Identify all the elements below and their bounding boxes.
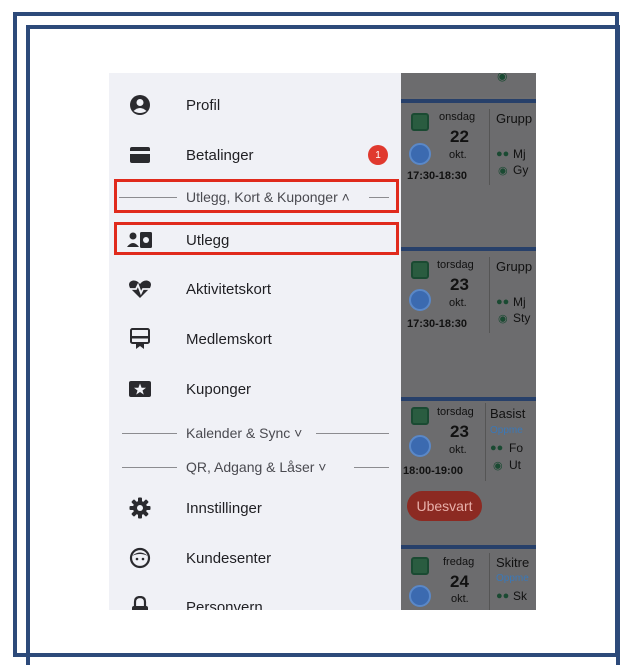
card-separator	[489, 109, 490, 185]
event-day: torsdag	[437, 406, 474, 418]
menu-item-label: Kuponger	[186, 380, 252, 398]
event-date: 24	[450, 572, 469, 591]
people-icon: ●●	[496, 590, 510, 602]
calendar-icon	[411, 113, 429, 131]
event-day: fredag	[443, 556, 475, 568]
person-circle-icon	[127, 92, 153, 118]
section-title: Kalender & Sync ˅	[186, 425, 303, 441]
location-icon: ◉	[498, 313, 508, 325]
support-agent-icon	[127, 545, 153, 571]
event-day: onsdag	[439, 111, 476, 123]
event-month: okt.	[449, 149, 467, 161]
badge-card-icon	[127, 326, 153, 352]
event-time: 18:00-19:00	[403, 465, 463, 477]
club-logo	[409, 585, 431, 607]
event-location: Ut	[509, 458, 521, 472]
card-divider	[401, 545, 536, 549]
divider-line	[354, 467, 389, 468]
people-icon: ●●	[496, 296, 510, 308]
event-date: 23	[450, 422, 469, 441]
event-date: 23	[450, 275, 469, 294]
location-icon: ◉	[493, 460, 503, 472]
event-card[interactable]: torsdag 23 okt. 18:00-19:00 Basist Oppme…	[401, 397, 536, 545]
menu-item-support[interactable]: Kundesenter	[109, 534, 401, 582]
event-instructor: Mj	[513, 147, 526, 161]
event-month: okt.	[451, 593, 469, 605]
event-date: 22	[450, 127, 469, 146]
calendar-icon	[411, 407, 429, 425]
menu-item-label: Kundesenter	[186, 549, 272, 567]
event-month: okt.	[449, 444, 467, 456]
highlight-box-section	[114, 179, 399, 213]
card-divider	[401, 99, 536, 103]
heart-pulse-icon	[127, 276, 153, 302]
location-icon: ◉	[497, 73, 508, 83]
people-icon: ●●	[496, 148, 510, 160]
card-separator	[489, 553, 490, 610]
divider-line	[122, 467, 177, 468]
navigation-drawer: Profil Betalinger 1 Utlegg, Kort & Kupon…	[109, 73, 401, 610]
menu-item-activity-card[interactable]: Aktivitetskort	[109, 265, 401, 313]
card-divider	[401, 397, 536, 401]
event-time: 17:30-18:30	[407, 318, 467, 330]
notification-badge: 1	[368, 145, 388, 165]
menu-item-label: Innstillinger	[186, 499, 262, 517]
highlight-box-expenses	[114, 222, 399, 255]
menu-item-label: Medlemskort	[186, 330, 272, 348]
event-title: Skitre	[496, 555, 530, 570]
menu-item-settings[interactable]: Innstillinger	[109, 484, 401, 532]
menu-item-payments[interactable]: Betalinger 1	[109, 131, 401, 179]
event-instructor: Fo	[509, 441, 524, 455]
menu-item-profile[interactable]: Profil	[109, 81, 401, 129]
menu-item-label: Betalinger	[186, 146, 254, 164]
event-card[interactable]: onsdag 22 okt. 17:30-18:30 Grupp ●● Mj ◉…	[401, 99, 536, 247]
event-title: Grupp	[496, 111, 533, 126]
menu-item-label: Aktivitetskort	[186, 280, 272, 298]
divider-line	[316, 433, 389, 434]
event-month: okt.	[449, 297, 467, 309]
section-header-qr[interactable]: QR, Adgang & Låser ˅	[109, 454, 401, 480]
event-location: Gy	[513, 163, 529, 177]
people-icon: ●●	[490, 442, 504, 454]
section-title: QR, Adgang & Låser ˅	[186, 459, 327, 475]
event-card[interactable]: fredag 24 okt. Skitre Oppme ●● Sk	[401, 545, 536, 610]
event-title: Basist	[490, 406, 526, 421]
unanswered-button[interactable]: Ubesvart	[407, 491, 482, 521]
event-card[interactable]: torsdag 23 okt. 17:30-18:30 Grupp ●● Mj …	[401, 247, 536, 397]
event-status: Oppme	[490, 425, 523, 436]
event-card-partial[interactable]: ◉	[401, 73, 536, 97]
card-separator	[485, 403, 486, 481]
menu-item-member-card[interactable]: Medlemskort	[109, 315, 401, 363]
card-divider	[401, 247, 536, 251]
event-instructor: Sk	[513, 589, 528, 603]
event-instructor: Mj	[513, 295, 526, 309]
card-separator	[489, 257, 490, 333]
club-logo	[409, 289, 431, 311]
event-location: Sty	[513, 311, 531, 325]
credit-card-icon	[127, 142, 153, 168]
calendar-icon	[411, 557, 429, 575]
gear-icon	[127, 495, 153, 521]
lock-icon	[127, 594, 153, 610]
star-ticket-icon	[127, 376, 153, 402]
menu-item-label: Personvern	[186, 598, 263, 611]
club-logo	[409, 143, 431, 165]
menu-item-privacy[interactable]: Personvern	[109, 583, 401, 610]
phone-screen: ◉ onsdag 22 okt. 17:30-18:30 Grupp ●● Mj…	[109, 73, 536, 610]
location-icon: ◉	[498, 165, 508, 177]
club-logo	[409, 435, 431, 457]
menu-item-coupons[interactable]: Kuponger	[109, 365, 401, 413]
event-day: torsdag	[437, 259, 474, 271]
section-header-calendar[interactable]: Kalender & Sync ˅	[109, 420, 401, 446]
divider-line	[122, 433, 177, 434]
calendar-list-dimmed: ◉ onsdag 22 okt. 17:30-18:30 Grupp ●● Mj…	[401, 73, 536, 610]
event-time: 17:30-18:30	[407, 170, 467, 182]
event-title: Grupp	[496, 259, 533, 274]
menu-item-label: Profil	[186, 96, 221, 114]
calendar-icon	[411, 261, 429, 279]
event-status: Oppme	[496, 573, 529, 584]
